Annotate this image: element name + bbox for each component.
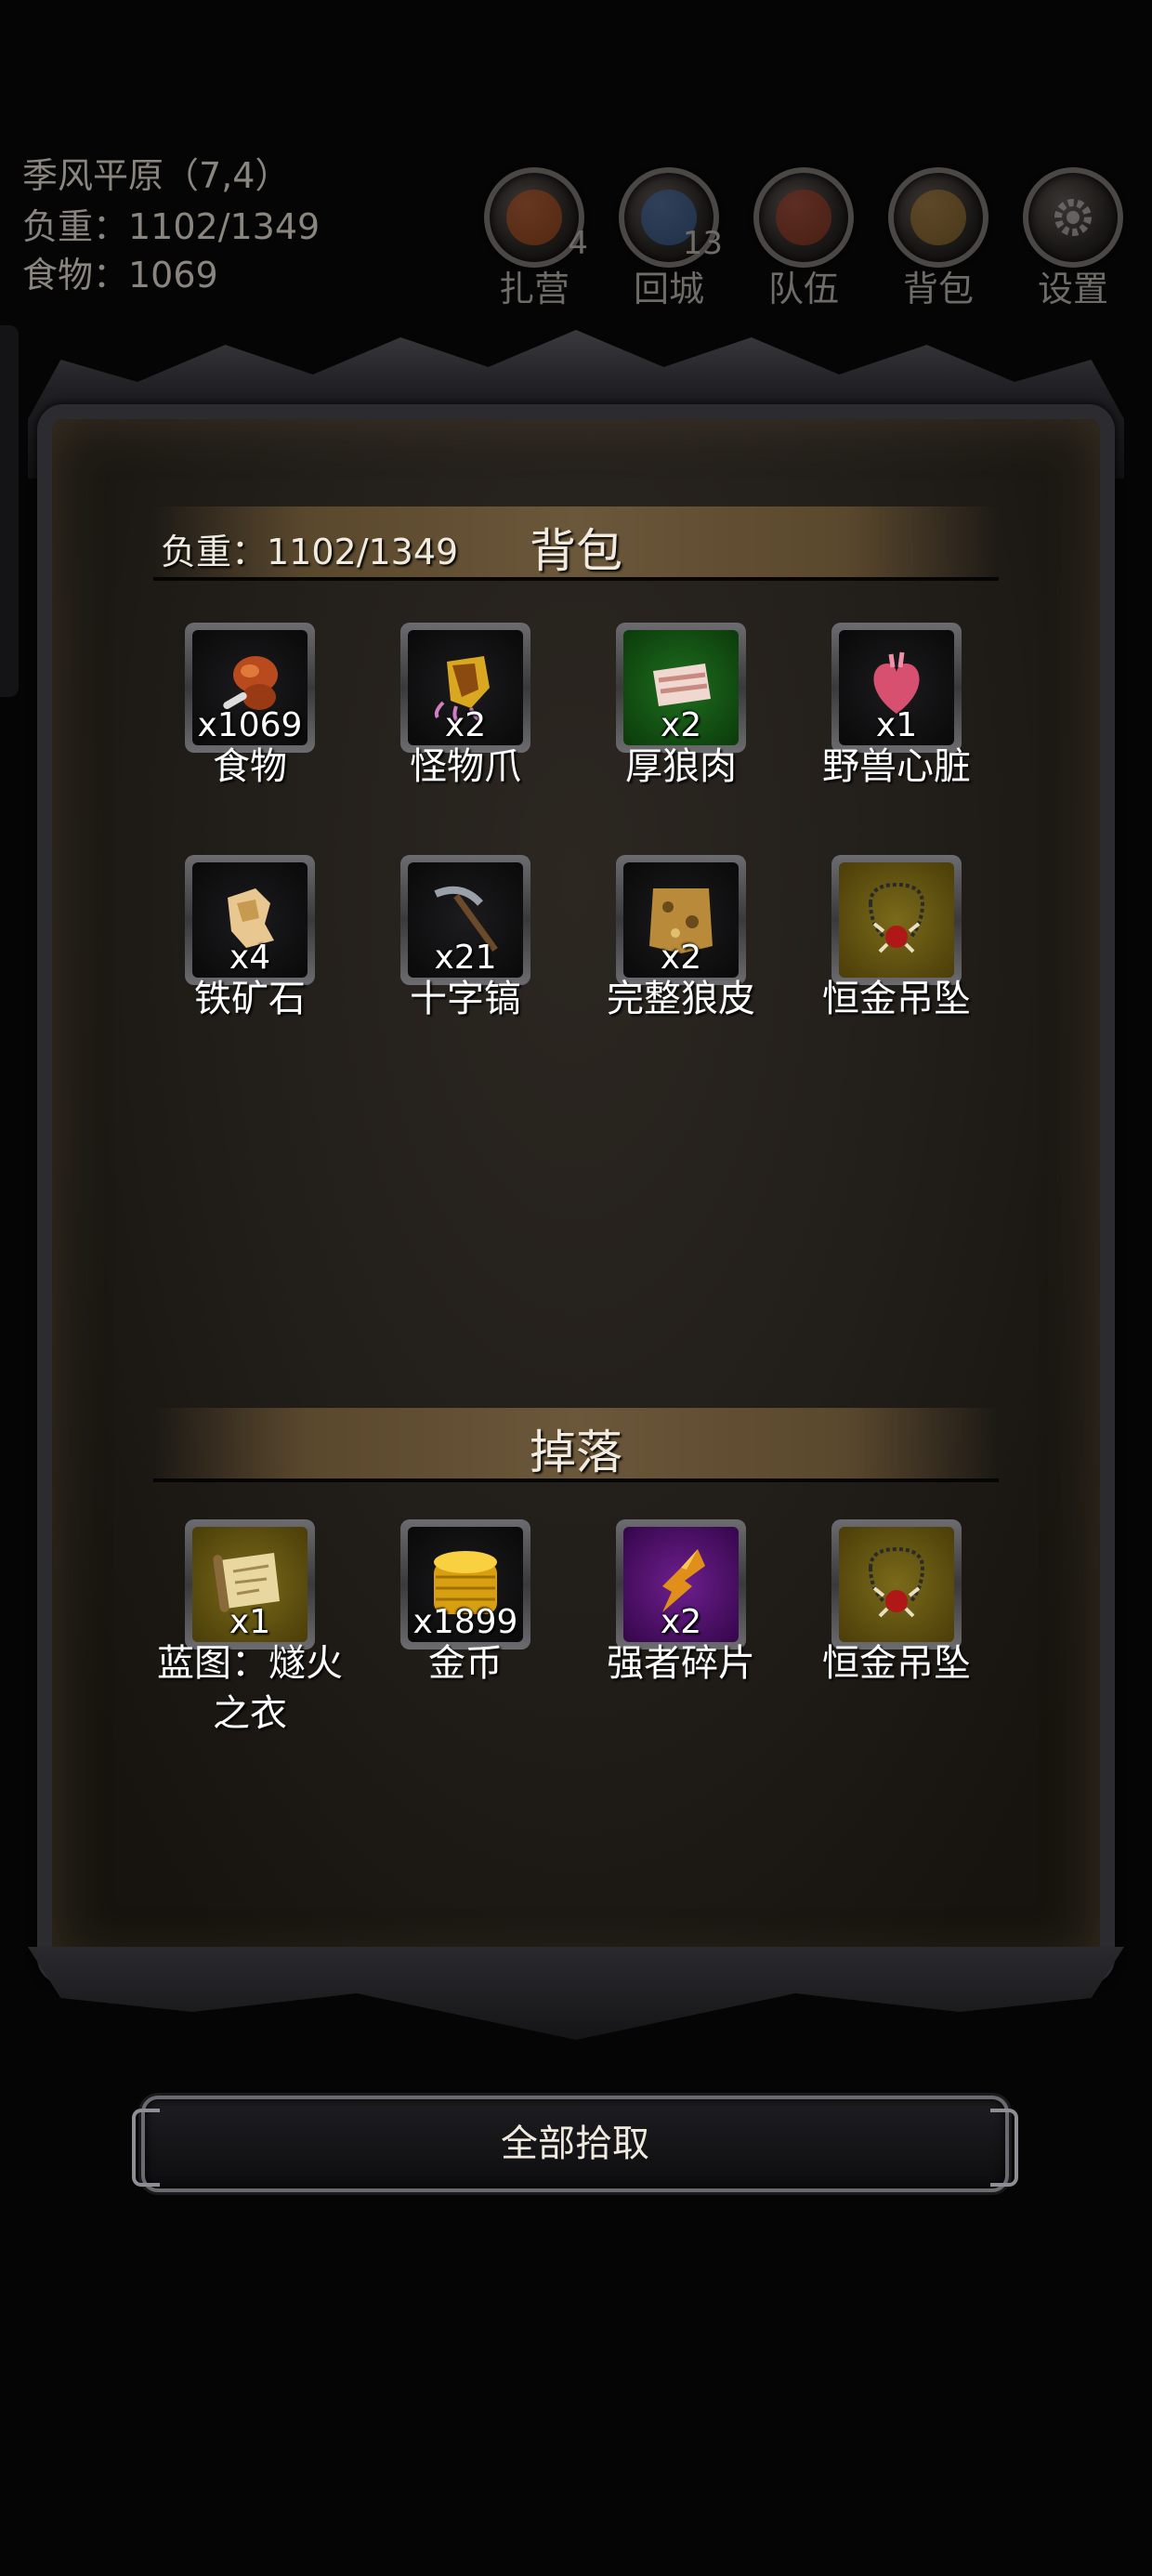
item-name: 食物 [213,745,287,788]
item-name: 厚狼肉 [625,745,737,788]
item-quantity: x2 [660,706,702,744]
location-label: 季风平原（7,4） [22,155,291,196]
menu-backpack-label: 背包 [902,269,974,309]
status-panel: 季风平原（7,4） 负重：1102/1349 食物：1069 [22,149,320,299]
drops-header: 掉落 [153,1408,999,1482]
side-drawer-handle[interactable] [0,325,19,697]
item-name: 野兽心脏 [822,745,971,788]
menu-return-label: 回城 [633,269,704,309]
item-quantity: x1 [229,1603,271,1641]
barrel-icon [888,167,988,268]
backpack-item-monster-claw[interactable]: x2 怪物爪 [397,623,534,855]
item-name: 蓝图：燧火之衣 [157,1642,343,1735]
item-name: 铁矿石 [194,978,306,1020]
item-name: 恒金吊坠 [822,1642,971,1685]
pendant-icon [869,882,925,953]
backpack-header: 负重：1102/1349 背包 [153,506,999,581]
item-name: 金币 [428,1642,503,1685]
backpack-row-1: x1069 食物 x2 怪物爪 x2 厚狼肉 x1 野兽心脏 [181,623,980,864]
camp-count-badge: 4 [568,225,588,262]
drops-title: 掉落 [530,1426,622,1479]
menu-team-label: 队伍 [767,269,839,309]
backpack-item-wolf-pelt[interactable]: x2 完整狼皮 [607,855,755,1087]
backpack-row-2: x4 铁矿石 x21 十字镐 x2 完整狼皮 恒金吊坠 [181,855,980,1097]
food-label: 食物：1069 [22,255,218,296]
backpack-item-pickaxe[interactable]: x21 十字镐 [397,855,534,1087]
loot-panel: 负重：1102/1349 背包 x1069 食物 x2 怪物爪 x2 厚狼肉 x… [28,330,1124,2040]
drop-item-gold-pendant[interactable]: 恒金吊坠 [822,1519,971,1752]
item-quantity: x2 [444,706,487,744]
item-quantity: x2 [660,1603,702,1641]
drop-item-power-shard[interactable]: x2 强者碎片 [607,1519,755,1752]
item-quantity: x1069 [197,706,303,744]
gear-icon [1023,167,1123,268]
item-quantity: x2 [660,939,702,977]
item-name: 完整狼皮 [607,978,755,1020]
drops-row: x1 蓝图：燧火之衣 x1899 金币 x2 强者碎片 恒金吊坠 [157,1519,980,1798]
backpack-item-iron-ore[interactable]: x4 铁矿石 [181,855,319,1087]
backpack-item-beast-heart[interactable]: x1 野兽心脏 [822,623,971,855]
item-quantity: x4 [229,939,271,977]
backpack-title: 背包 [530,524,622,578]
drop-item-blueprint[interactable]: x1 蓝图：燧火之衣 [157,1519,343,1752]
item-quantity: x1899 [412,1603,518,1641]
item-name: 强者碎片 [607,1642,755,1685]
load-label: 负重：1102/1349 [22,206,321,247]
item-name: 恒金吊坠 [822,978,971,1020]
backpack-item-gold-pendant[interactable]: 恒金吊坠 [822,855,971,1087]
menu-settings-button[interactable]: 设置 [1017,167,1129,316]
panel-frame-bottom [28,1947,1124,2040]
menu-camp-button[interactable]: 4 扎营 [478,167,590,316]
game-screen: 季风平原（7,4） 负重：1102/1349 食物：1069 4 扎营 13 回… [0,0,1152,2576]
menu-backpack-button[interactable]: 背包 [883,167,994,316]
menu-settings-label: 设置 [1037,269,1108,309]
pendant-icon [869,1546,925,1618]
drop-item-gold-coins[interactable]: x1899 金币 [397,1519,534,1752]
menu-return-button[interactable]: 13 回城 [613,167,725,316]
backpack-item-wolf-meat[interactable]: x2 厚狼肉 [612,623,750,855]
pickup-all-button[interactable]: 全部拾取 [132,2096,1018,2192]
top-menu: 4 扎营 13 回城 队伍 背包 设置 [478,167,1138,316]
item-name: 怪物爪 [410,745,521,788]
menu-camp-label: 扎营 [498,269,569,309]
team-banner-icon [753,167,854,268]
item-quantity: x21 [434,939,497,977]
item-name: 十字镐 [410,978,521,1020]
item-quantity: x1 [875,706,918,744]
menu-team-button[interactable]: 队伍 [748,167,859,316]
return-count-badge: 13 [682,225,723,262]
backpack-item-food[interactable]: x1069 食物 [181,623,319,855]
